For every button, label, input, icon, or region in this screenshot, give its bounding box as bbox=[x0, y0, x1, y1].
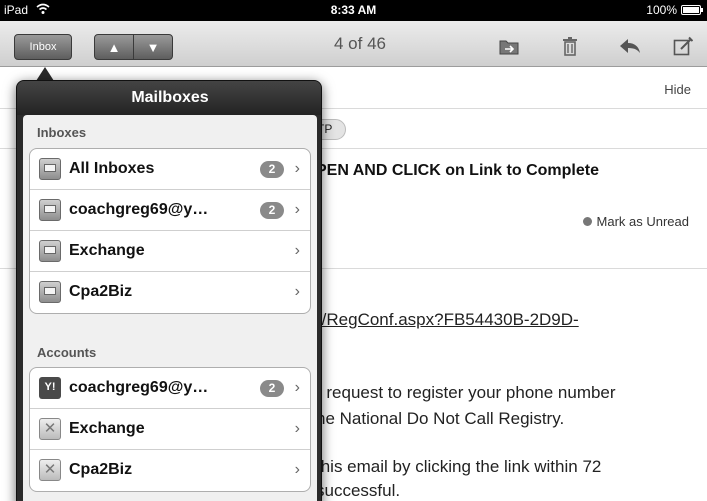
registration-link[interactable]: r/RegConf.aspx?FB54430B-2D9D- bbox=[316, 310, 579, 330]
inboxes-group: All Inboxes 2 › coachgreg69@y… 2 › Excha… bbox=[29, 148, 311, 314]
mailbox-list: Inboxes All Inboxes 2 › coachgreg69@y… 2… bbox=[23, 115, 317, 501]
hide-details-link[interactable]: Hide bbox=[664, 82, 691, 97]
battery-percent: 100% bbox=[646, 3, 677, 17]
message-count: 4 of 46 bbox=[334, 34, 386, 53]
mailbox-label: Cpa2Biz bbox=[69, 283, 133, 300]
previous-message-button[interactable]: ▲ bbox=[94, 34, 134, 60]
unread-dot-icon bbox=[582, 217, 592, 226]
body-line: he National Do Not Call Registry. bbox=[316, 409, 565, 428]
unread-badge: 2 bbox=[260, 202, 284, 219]
chevron-right-icon: › bbox=[294, 461, 300, 478]
mark-as-unread-button[interactable]: Mark as Unread bbox=[582, 214, 689, 229]
mailbox-label: All Inboxes bbox=[69, 160, 155, 177]
mailbox-row-all-inboxes[interactable]: All Inboxes 2 › bbox=[30, 149, 310, 190]
mailbox-row-exchange[interactable]: Exchange › bbox=[30, 231, 310, 272]
compose-icon[interactable] bbox=[670, 33, 696, 59]
account-row-cpa2biz[interactable]: ✕ Cpa2Biz › bbox=[30, 450, 310, 491]
message-subject: PEN AND CLICK on Link to Complete bbox=[316, 162, 599, 179]
inboxes-section-label: Inboxes bbox=[37, 125, 87, 140]
mailbox-label: coachgreg69@y… bbox=[69, 201, 209, 218]
account-label: Cpa2Biz bbox=[69, 461, 133, 478]
body-line: this email by clicking the link within 7… bbox=[316, 457, 602, 476]
accounts-group: Y! coachgreg69@y… 2 › ✕ Exchange › ✕ Cpa… bbox=[29, 367, 311, 492]
account-row-coachgreg69[interactable]: Y! coachgreg69@y… 2 › bbox=[30, 368, 310, 409]
mailboxes-popover: Mailboxes Inboxes All Inboxes 2 › coachg… bbox=[16, 80, 322, 501]
accounts-section-label: Accounts bbox=[37, 345, 97, 360]
mark-as-unread-label: Mark as Unread bbox=[596, 214, 689, 229]
popover-arrow bbox=[36, 67, 54, 81]
chevron-right-icon: › bbox=[294, 283, 300, 300]
popover-title: Mailboxes bbox=[131, 89, 209, 106]
mailbox-label: Exchange bbox=[69, 242, 145, 259]
reply-icon[interactable] bbox=[617, 33, 643, 59]
popover-header: Mailboxes bbox=[17, 81, 321, 115]
chevron-right-icon: › bbox=[294, 160, 300, 177]
chevron-right-icon: › bbox=[294, 201, 300, 218]
tray-icon bbox=[39, 240, 61, 262]
unread-badge: 2 bbox=[260, 161, 284, 178]
body-line: successful. bbox=[316, 481, 401, 500]
account-row-exchange[interactable]: ✕ Exchange › bbox=[30, 409, 310, 450]
battery-icon bbox=[681, 5, 703, 15]
chevron-right-icon: › bbox=[294, 379, 300, 396]
account-label: Exchange bbox=[69, 420, 145, 437]
tray-icon bbox=[39, 281, 61, 303]
unread-badge: 2 bbox=[260, 380, 284, 397]
next-message-button[interactable]: ▼ bbox=[133, 34, 173, 60]
clock: 8:33 AM bbox=[330, 3, 377, 17]
yahoo-icon: Y! bbox=[39, 377, 61, 399]
toolbar: Inbox ▲ ▼ 4 of 46 bbox=[0, 21, 707, 67]
trash-icon[interactable] bbox=[557, 33, 583, 59]
exchange-icon: ✕ bbox=[39, 418, 61, 440]
account-label: coachgreg69@y… bbox=[69, 379, 209, 396]
inbox-button[interactable]: Inbox bbox=[14, 34, 72, 60]
tray-icon bbox=[39, 199, 61, 221]
body-line: r request to register your phone number bbox=[316, 383, 616, 402]
tray-icon bbox=[39, 158, 61, 180]
chevron-right-icon: › bbox=[294, 420, 300, 437]
move-folder-icon[interactable] bbox=[496, 33, 522, 59]
exchange-icon: ✕ bbox=[39, 459, 61, 481]
chevron-right-icon: › bbox=[294, 242, 300, 259]
status-bar: iPad 8:33 AM 100% bbox=[0, 0, 707, 21]
mailbox-row-cpa2biz[interactable]: Cpa2Biz › bbox=[30, 272, 310, 313]
mailbox-row-coachgreg69[interactable]: coachgreg69@y… 2 › bbox=[30, 190, 310, 231]
